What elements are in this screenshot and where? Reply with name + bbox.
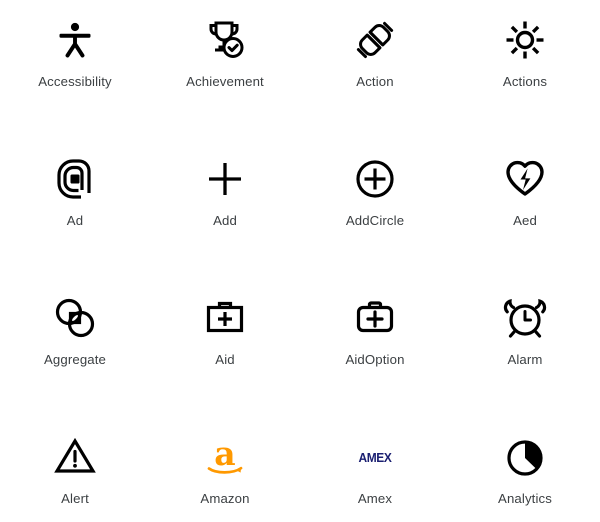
icon-label: Amazon bbox=[200, 491, 250, 506]
actions-sun-burst-icon bbox=[497, 12, 553, 68]
icon-cell-actions[interactable]: Actions bbox=[450, 0, 600, 139]
icon-label: Alert bbox=[61, 491, 89, 506]
action-plug-connector-icon bbox=[347, 12, 403, 68]
icon-cell-alert[interactable]: Alert bbox=[0, 417, 150, 522]
icon-cell-aed[interactable]: Aed bbox=[450, 139, 600, 278]
icon-label: Aggregate bbox=[43, 352, 107, 367]
icon-cell-amex[interactable]: AMEX Amex bbox=[300, 417, 450, 522]
icon-cell-aid[interactable]: Aid bbox=[150, 278, 300, 417]
icon-cell-accessibility[interactable]: Accessibility bbox=[0, 0, 150, 139]
icon-label: AddCircle bbox=[345, 213, 405, 228]
icon-label: AidOption bbox=[345, 352, 405, 367]
icon-label: Achievement bbox=[186, 74, 264, 89]
icon-cell-action[interactable]: Action bbox=[300, 0, 450, 139]
icon-cell-addcircle[interactable]: AddCircle bbox=[300, 139, 450, 278]
icon-label: Accessibility bbox=[38, 74, 112, 89]
icon-label: Alarm bbox=[507, 352, 543, 367]
icon-grid: Accessibility Achievement Action Actions… bbox=[0, 0, 600, 522]
icon-label: Aid bbox=[215, 352, 235, 367]
aed-heart-bolt-icon bbox=[497, 151, 553, 207]
aggregate-overlap-circles-icon bbox=[47, 290, 103, 346]
icon-label: Actions bbox=[502, 74, 548, 89]
icon-cell-add[interactable]: Add bbox=[150, 139, 300, 278]
icon-label: Action bbox=[356, 74, 394, 89]
icon-cell-aidoption[interactable]: AidOption bbox=[300, 278, 450, 417]
icon-label: Amex bbox=[357, 491, 393, 506]
icon-label: Ad bbox=[66, 213, 84, 228]
add-plus-icon bbox=[197, 151, 253, 207]
icon-label: Add bbox=[213, 213, 237, 228]
analytics-pie-chart-icon bbox=[497, 429, 553, 485]
amazon-logo-icon: a bbox=[197, 429, 253, 485]
achievement-trophy-check-icon bbox=[197, 12, 253, 68]
amex-logo-icon: AMEX bbox=[347, 429, 403, 485]
icon-cell-alarm[interactable]: Alarm bbox=[450, 278, 600, 417]
aid-kit-icon bbox=[197, 290, 253, 346]
add-circle-icon bbox=[347, 151, 403, 207]
icon-label: Aed bbox=[513, 213, 537, 228]
icon-cell-analytics[interactable]: Analytics bbox=[450, 417, 600, 522]
ad-spiral-square-icon bbox=[47, 151, 103, 207]
icon-cell-aggregate[interactable]: Aggregate bbox=[0, 278, 150, 417]
alert-triangle-icon bbox=[47, 429, 103, 485]
icon-cell-ad[interactable]: Ad bbox=[0, 139, 150, 278]
amex-wordmark: AMEX bbox=[358, 449, 392, 465]
icon-cell-achievement[interactable]: Achievement bbox=[150, 0, 300, 139]
alarm-clock-icon bbox=[497, 290, 553, 346]
icon-label: Analytics bbox=[498, 491, 552, 506]
svg-text:a: a bbox=[214, 434, 235, 473]
accessibility-icon bbox=[47, 12, 103, 68]
icon-cell-amazon[interactable]: a Amazon bbox=[150, 417, 300, 522]
aid-option-kit-icon bbox=[347, 290, 403, 346]
